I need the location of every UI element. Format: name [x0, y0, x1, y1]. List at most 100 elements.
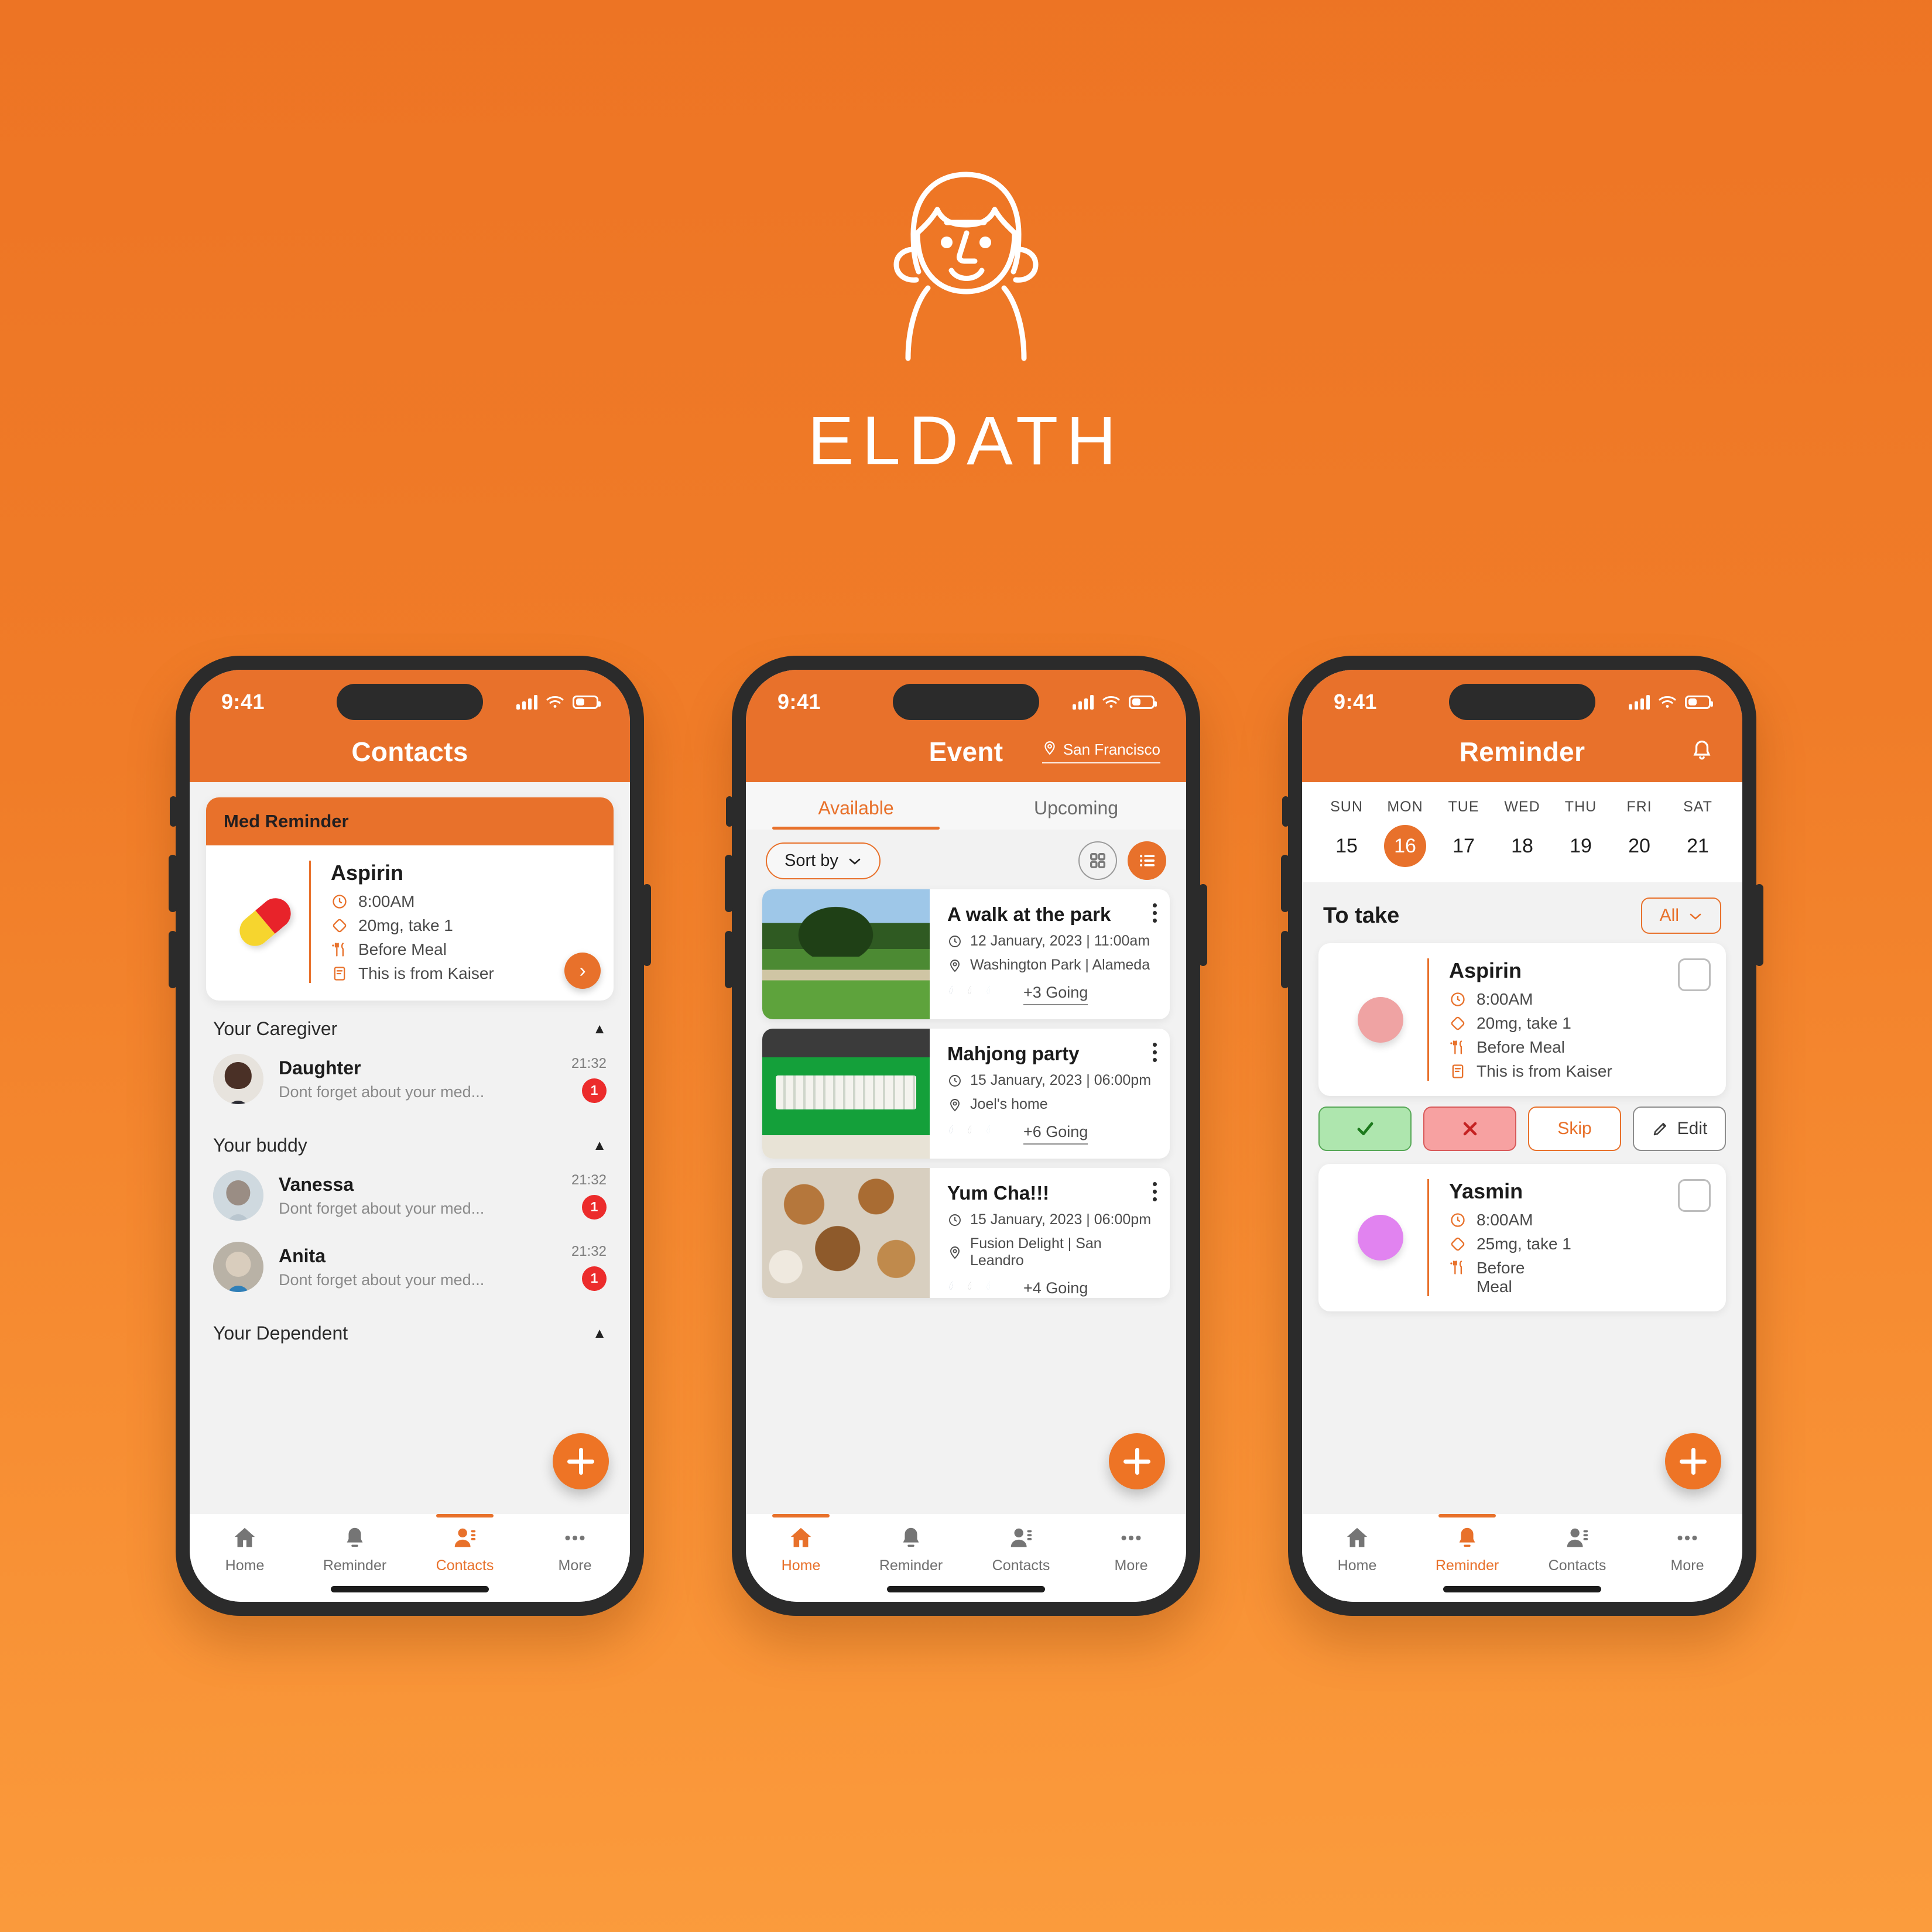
caret-up-icon[interactable]: ▲ [592, 1138, 607, 1154]
power-button[interactable] [1755, 884, 1763, 966]
event-card[interactable]: A walk at the park 12 January, 2023 | 11… [762, 889, 1170, 1019]
calendar-date-selected[interactable]: 16 [1376, 825, 1434, 867]
day-label: THU [1564, 799, 1597, 815]
filter-dropdown[interactable]: All [1640, 898, 1721, 934]
med-checkbox[interactable] [1678, 1179, 1711, 1212]
home-indicator [1443, 1586, 1601, 1592]
avatar [213, 1170, 263, 1221]
screen-event: 9:41 Event San Francisco Available Upcom… [746, 670, 1186, 1602]
volume-down-button[interactable] [725, 931, 733, 988]
nav-item-reminder[interactable]: Reminder [300, 1514, 410, 1578]
nav-item-contacts[interactable]: Contacts [966, 1514, 1076, 1578]
note-icon [331, 965, 348, 982]
going-count[interactable]: +3 Going [1023, 984, 1088, 1005]
group-header-buddy[interactable]: Your buddy ▲ [190, 1117, 630, 1162]
mark-missed-button[interactable] [1423, 1107, 1516, 1151]
med-dose: 20mg, take 1 [358, 916, 453, 934]
nav-item-reminder[interactable]: Reminder [1412, 1514, 1522, 1578]
kebab-menu-icon[interactable] [1153, 1182, 1157, 1201]
nav-label: Contacts [1548, 1557, 1606, 1574]
event-card[interactable]: Mahjong party 15 January, 2023 | 06:00pm… [762, 1029, 1170, 1159]
tab-upcoming[interactable]: Upcoming [966, 782, 1186, 830]
power-button[interactable] [643, 884, 651, 966]
calendar-dates: 15 16 17 18 19 20 21 [1317, 825, 1727, 867]
calendar-date[interactable]: 20 [1610, 825, 1669, 867]
contact-row-daughter[interactable]: Daughter Dont forget about your med... 2… [190, 1046, 630, 1117]
caret-up-icon[interactable]: ▲ [592, 1021, 607, 1037]
tab-available[interactable]: Available [746, 782, 966, 830]
power-button[interactable] [1199, 884, 1207, 966]
add-contact-fab[interactable] [553, 1433, 609, 1489]
skip-button[interactable]: Skip [1528, 1107, 1621, 1151]
group-header-caregiver[interactable]: Your Caregiver ▲ [190, 1001, 630, 1046]
nav-item-reminder[interactable]: Reminder [856, 1514, 966, 1578]
med-checkbox[interactable] [1678, 958, 1711, 991]
mute-switch[interactable] [170, 796, 177, 827]
med-reminder-card[interactable]: Med Reminder Aspirin 8:00AM 20mg, take 1… [206, 797, 614, 1001]
contacts-body: Med Reminder Aspirin 8:00AM 20mg, take 1… [190, 782, 630, 1514]
clock-icon [1449, 991, 1467, 1008]
phone-reminder: 9:41 Reminder SUN MON TUE WED THU FRI SA… [1281, 656, 1763, 1616]
attendee-avatars [947, 981, 1012, 1008]
phone-event: 9:41 Event San Francisco Available Upcom… [725, 656, 1207, 1616]
edit-button[interactable]: Edit [1633, 1107, 1726, 1151]
going-count[interactable]: +6 Going [1023, 1123, 1088, 1145]
calendar-date[interactable]: 18 [1493, 825, 1551, 867]
med-time: 8:00AM [1477, 1211, 1533, 1229]
calendar-date[interactable]: 19 [1551, 825, 1610, 867]
add-event-fab[interactable] [1109, 1433, 1165, 1489]
nav-item-home[interactable]: Home [190, 1514, 300, 1578]
med-time: 8:00AM [358, 892, 415, 910]
group-title: Your buddy [213, 1135, 307, 1156]
event-datetime: 15 January, 2023 | 06:00pm [970, 1072, 1152, 1088]
kebab-menu-icon[interactable] [1153, 1043, 1157, 1062]
reminder-body: SUN MON TUE WED THU FRI SAT 15 16 17 18 … [1302, 782, 1742, 1514]
sort-by-dropdown[interactable]: Sort by [766, 842, 881, 879]
contact-row-anita[interactable]: Anita Dont forget about your med... 21:3… [190, 1234, 630, 1305]
volume-up-button[interactable] [169, 855, 177, 912]
status-time: 9:41 [221, 690, 265, 714]
kebab-menu-icon[interactable] [1153, 903, 1157, 923]
volume-up-button[interactable] [1281, 855, 1289, 912]
calendar-date[interactable]: 17 [1434, 825, 1493, 867]
volume-down-button[interactable] [169, 931, 177, 988]
med-reminder-card-header: Med Reminder [206, 797, 614, 845]
group-title: Your Dependent [213, 1323, 348, 1344]
nav-item-more[interactable]: More [1632, 1514, 1742, 1578]
med-name: Aspirin [331, 861, 404, 885]
event-title: Yum Cha!!! [947, 1182, 1050, 1204]
nav-item-more[interactable]: More [520, 1514, 630, 1578]
bottom-navigation: Home Reminder Contacts More [1302, 1514, 1742, 1602]
grid-view-button[interactable] [1078, 841, 1117, 880]
contact-message: Dont forget about your med... [279, 1199, 485, 1217]
grid-view-icon [1090, 852, 1106, 869]
list-view-button[interactable] [1128, 841, 1166, 880]
volume-down-button[interactable] [1281, 931, 1289, 988]
nav-item-contacts[interactable]: Contacts [1522, 1514, 1632, 1578]
location-selector[interactable]: San Francisco [1042, 740, 1160, 763]
pill-dot-icon [1334, 1215, 1427, 1260]
nav-item-home[interactable]: Home [746, 1514, 856, 1578]
screen-contacts: 9:41 Contacts Med Reminder Aspirin 8:00A… [190, 670, 630, 1602]
calendar-date[interactable]: 15 [1317, 825, 1376, 867]
calendar-date[interactable]: 21 [1669, 825, 1727, 867]
mute-switch[interactable] [726, 796, 733, 827]
group-header-dependent[interactable]: Your Dependent ▲ [190, 1305, 630, 1350]
nav-item-more[interactable]: More [1076, 1514, 1186, 1578]
nav-label: More [1114, 1557, 1148, 1574]
dynamic-island [337, 684, 483, 720]
caret-up-icon[interactable]: ▲ [592, 1325, 607, 1342]
mute-switch[interactable] [1282, 796, 1289, 827]
medication-card-yasmin[interactable]: Yasmin 8:00AM 25mg, take 1 Before Meal [1318, 1164, 1726, 1311]
going-count[interactable]: +4 Going [1023, 1279, 1088, 1299]
add-medication-fab[interactable] [1665, 1433, 1721, 1489]
event-card[interactable]: Yum Cha!!! 15 January, 2023 | 06:00pm Fu… [762, 1168, 1170, 1298]
volume-up-button[interactable] [725, 855, 733, 912]
bell-outline-icon[interactable] [1690, 738, 1714, 766]
nav-item-home[interactable]: Home [1302, 1514, 1412, 1578]
med-detail-button[interactable]: › [564, 953, 601, 989]
medication-card-aspirin[interactable]: Aspirin 8:00AM 20mg, take 1 Before Meal … [1318, 943, 1726, 1096]
contact-row-vanessa[interactable]: Vanessa Dont forget about your med... 21… [190, 1162, 630, 1234]
nav-item-contacts[interactable]: Contacts [410, 1514, 520, 1578]
mark-taken-button[interactable] [1318, 1107, 1412, 1151]
